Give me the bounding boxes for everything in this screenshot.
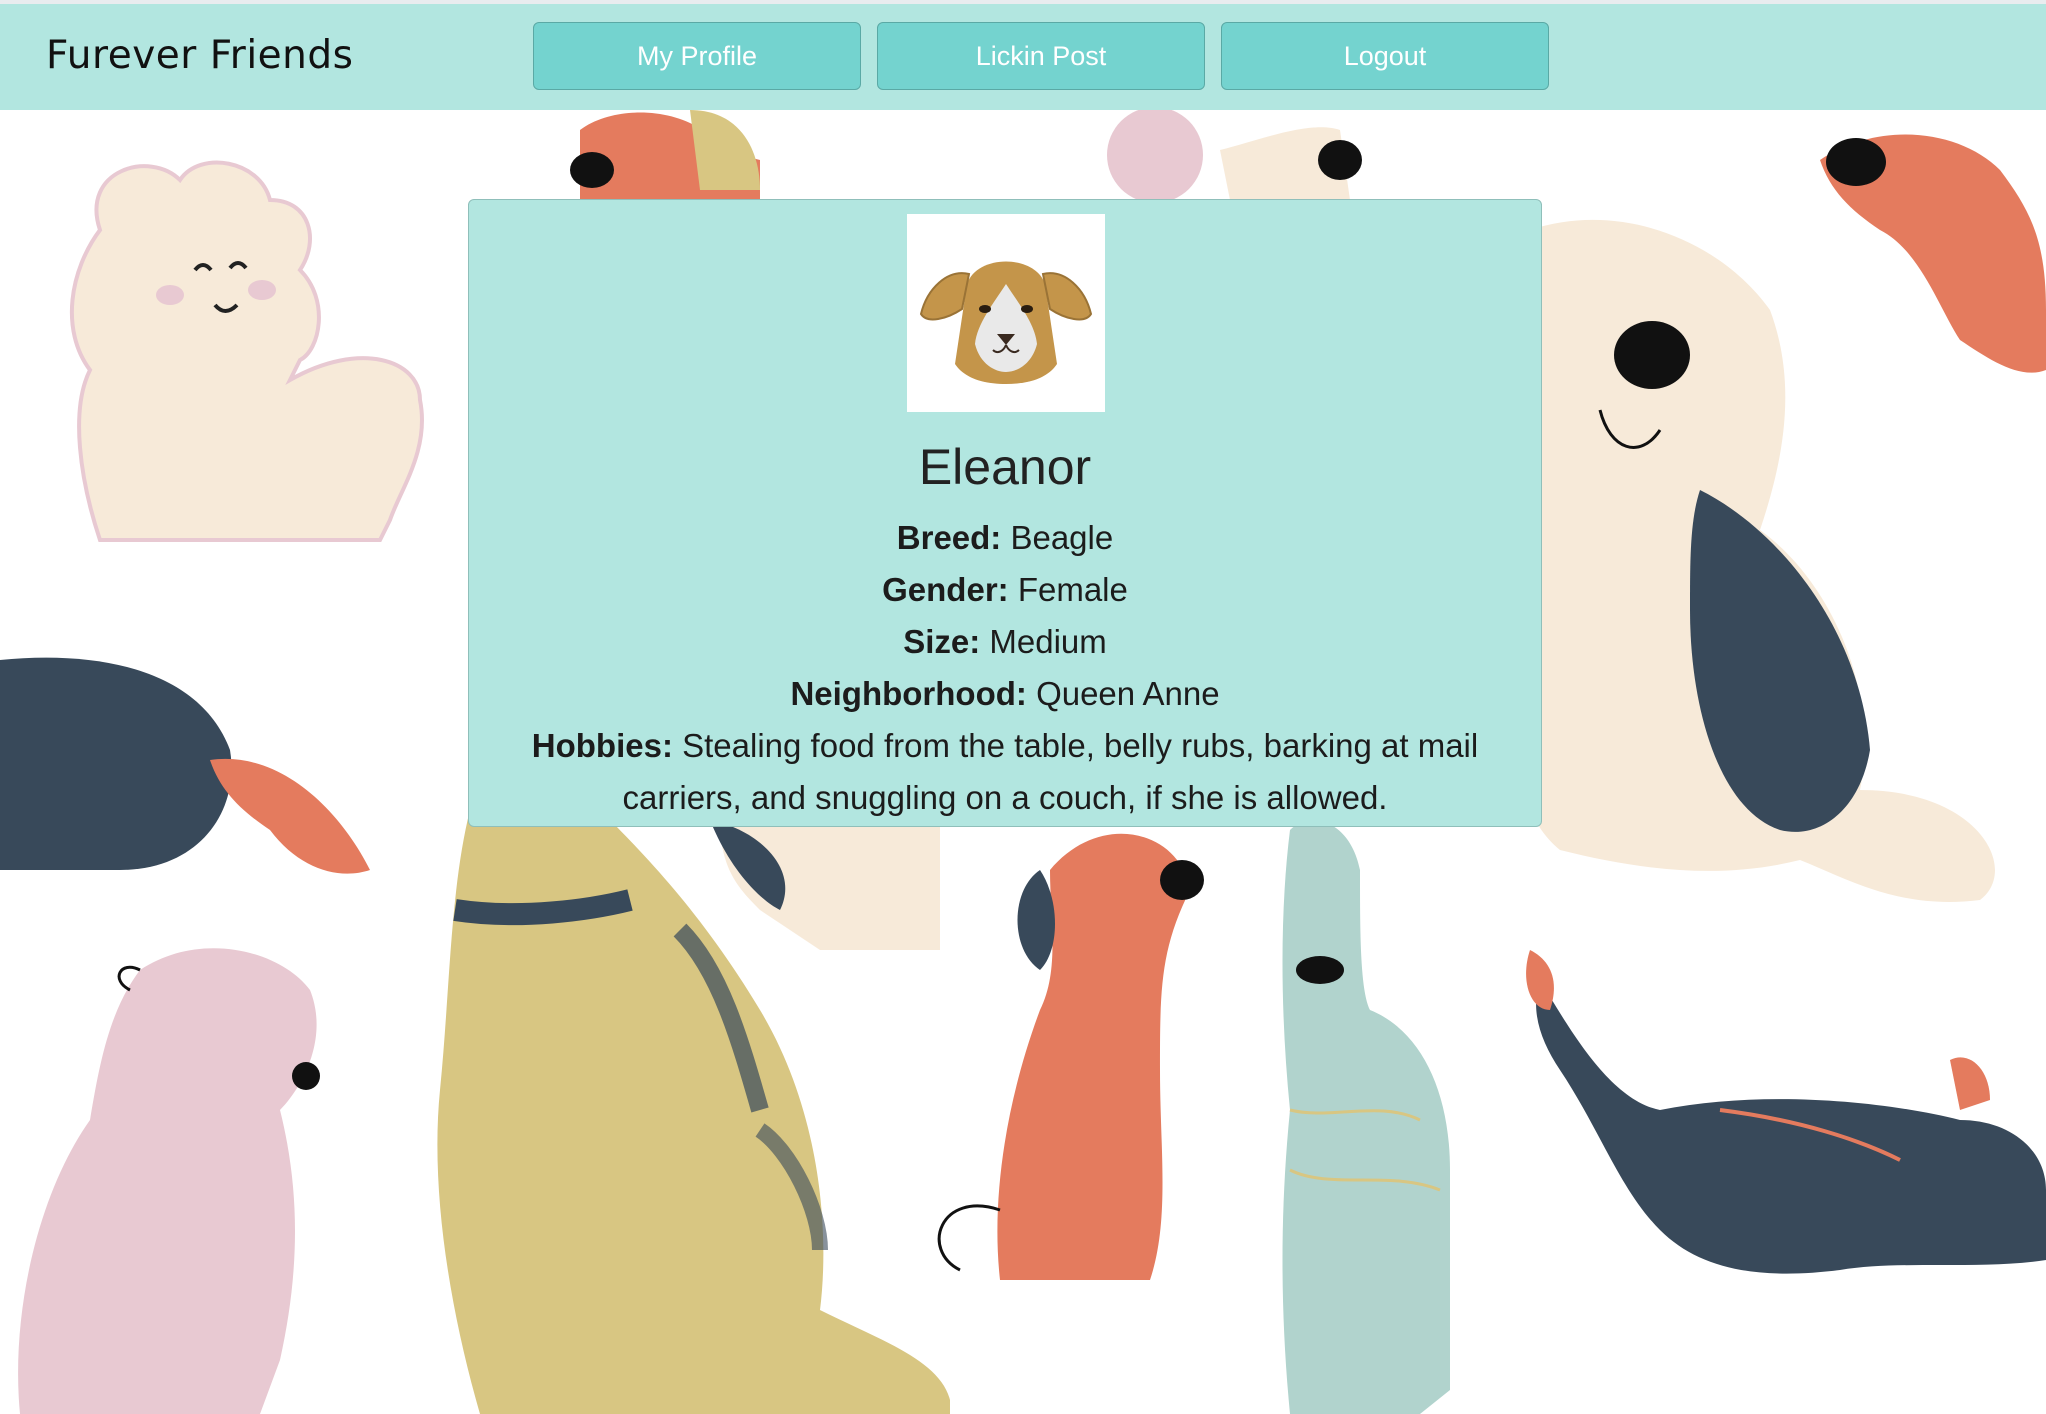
teal-dog-illustration [1282,820,1450,1414]
size-row: Size: Medium [499,616,1511,668]
breed-label: Breed: [896,519,1002,556]
size-value: Medium [989,623,1107,660]
hobbies-label: Hobbies: [531,727,673,764]
hobbies-value: Stealing food from the table, belly rubs… [622,727,1479,816]
navy-dog-illustration [0,657,370,874]
breed-value: Beagle [1010,519,1114,556]
brand-title[interactable]: Furever Friends [46,33,353,78]
my-profile-button[interactable]: My Profile [533,22,861,90]
neighborhood-row: Neighborhood: Queen Anne [499,668,1511,720]
pet-name-heading: Eleanor [918,439,1092,495]
orange-sitting-dog-illustration [937,833,1204,1280]
neighborhood-label: Neighborhood: [790,675,1027,712]
dog-face-icon [919,261,1093,384]
lickin-post-button[interactable]: Lickin Post [877,22,1205,90]
cream-pup-illustration [1107,110,1362,203]
cream-dog-illustration [710,812,940,950]
top-navbar: Furever Friends My Profile Lickin Post L… [0,4,2046,110]
sheepdog-illustration [1510,219,1995,902]
fluffy-dog-illustration [69,160,424,542]
gender-value: Female [1017,571,1128,608]
breed-row: Breed: Beagle [499,512,1511,564]
pink-dog-illustration [18,948,320,1414]
navy-long-dog-illustration [1526,950,2046,1274]
gender-row: Gender: Female [499,564,1511,616]
gender-label: Gender: [882,571,1009,608]
size-label: Size: [903,623,981,660]
hobbies-row: Hobbies: Stealing food from the table, b… [499,720,1511,824]
orange-dachshund-illustration [1820,134,2046,373]
profile-avatar [907,214,1105,412]
logout-button[interactable]: Logout [1221,22,1549,90]
profile-card: Eleanor Breed: Beagle Gender: Female Siz… [468,199,1542,827]
neighborhood-value: Queen Anne [1036,675,1220,712]
